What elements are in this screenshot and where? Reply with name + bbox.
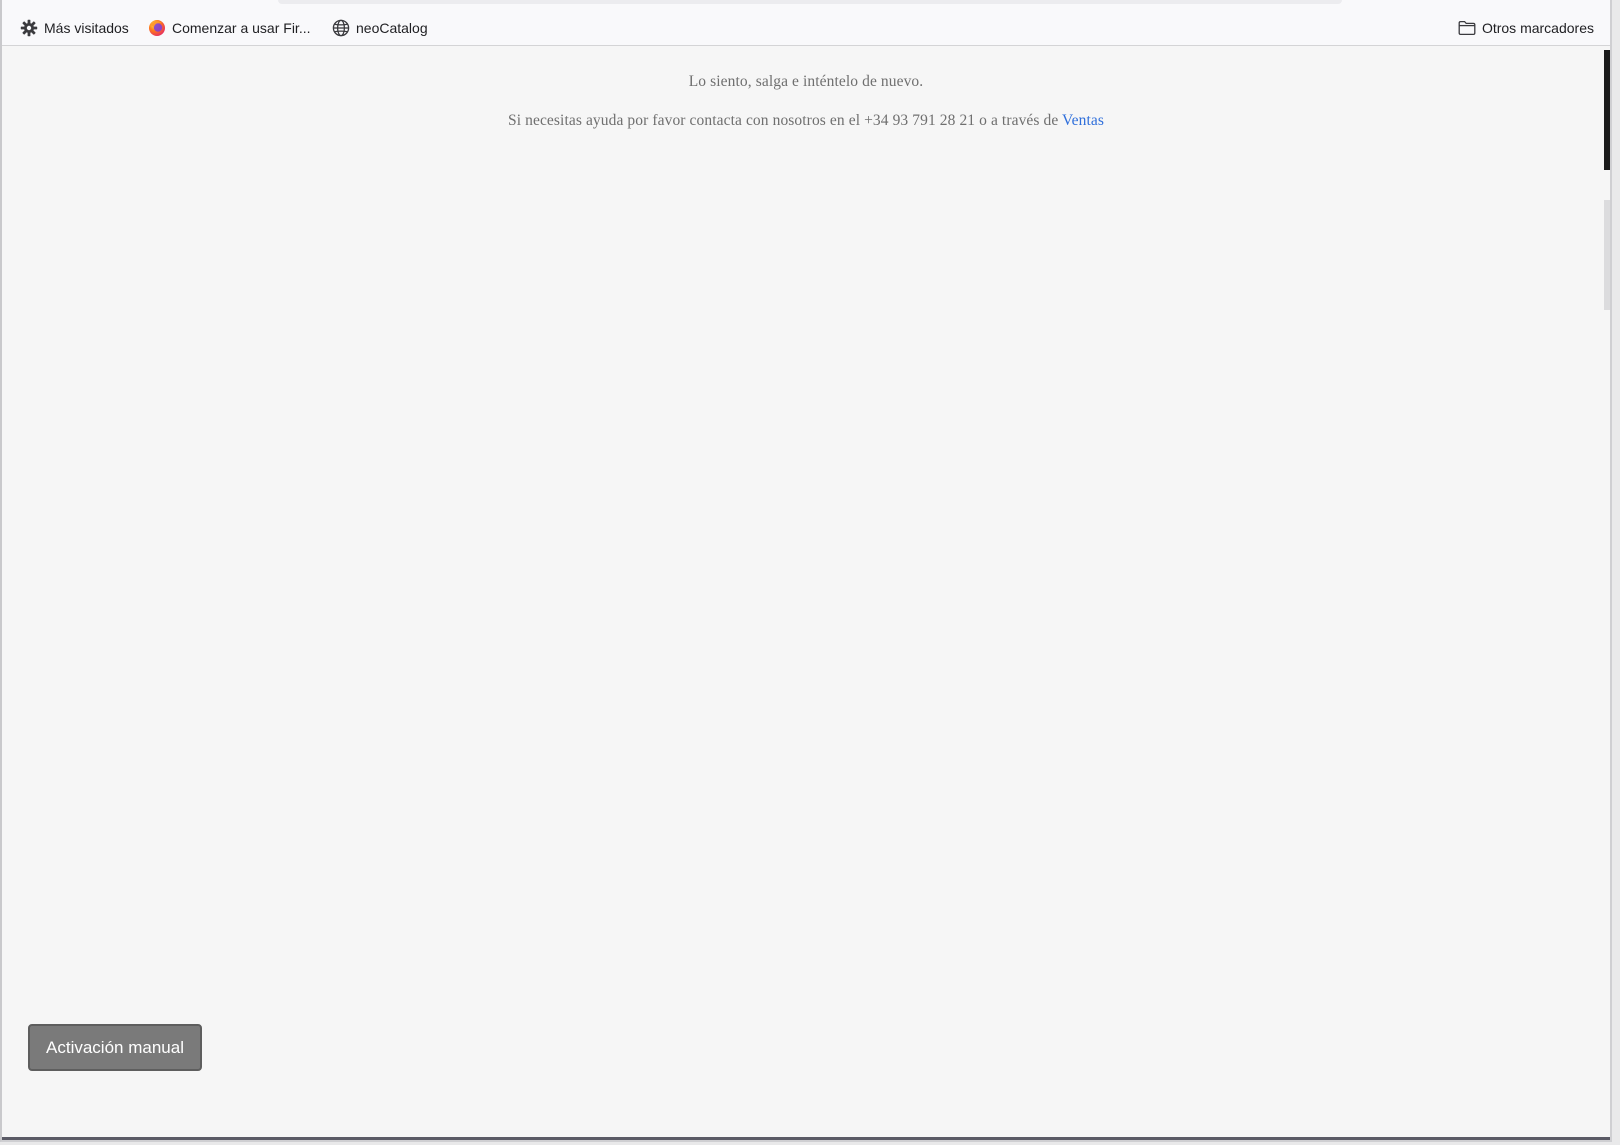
browser-window: Más visitados Comenzar a usar Fir... neo… — [0, 0, 1612, 1142]
bookmarks-toolbar: Más visitados Comenzar a usar Fir... neo… — [2, 0, 1610, 46]
help-text: Si necesitas ayuda por favor contacta co… — [508, 112, 1059, 129]
bookmark-label: Comenzar a usar Fir... — [172, 20, 311, 36]
folder-icon — [1458, 19, 1476, 37]
firefox-icon — [148, 19, 166, 37]
bookmark-label: neoCatalog — [356, 20, 428, 36]
gear-icon — [20, 19, 38, 37]
manual-activation-button[interactable]: Activación manual — [28, 1024, 202, 1071]
sales-link[interactable]: Ventas — [1062, 112, 1104, 129]
window-bottom-edge — [2, 1137, 1610, 1140]
other-bookmarks-label: Otros marcadores — [1481, 20, 1594, 36]
bookmark-getting-started[interactable]: Comenzar a usar Fir... — [148, 18, 311, 38]
bookmark-neocatalog[interactable]: neoCatalog — [332, 18, 428, 38]
other-bookmarks[interactable]: Otros marcadores — [1458, 18, 1594, 38]
bookmark-most-visited[interactable]: Más visitados — [20, 18, 129, 38]
page-content: Lo siento, salga e inténtelo de nuevo. S… — [2, 46, 1610, 1140]
scrollbar-track — [1604, 200, 1610, 310]
address-bar-edge — [278, 0, 1342, 4]
bookmark-label: Más visitados — [44, 20, 129, 36]
error-message: Lo siento, salga e inténtelo de nuevo. — [688, 73, 924, 90]
help-message: Si necesitas ayuda por favor contacta co… — [2, 112, 1610, 130]
globe-icon — [332, 19, 350, 37]
window-edge — [1604, 50, 1610, 170]
